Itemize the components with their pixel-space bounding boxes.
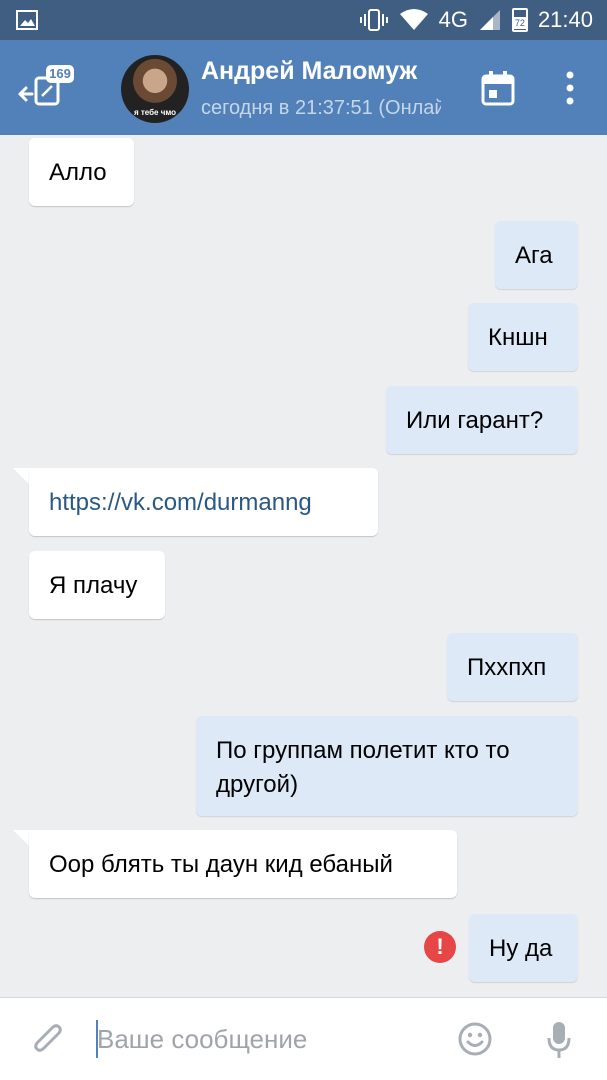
battery-icon: 72 <box>511 8 528 32</box>
microphone-icon[interactable] <box>546 1020 572 1060</box>
gallery-notification-icon <box>16 10 38 30</box>
status-bar: 4G 72 21:40 <box>0 0 607 40</box>
message-outgoing-failed[interactable]: Ну да <box>469 914 578 982</box>
message-input[interactable] <box>97 1020 427 1058</box>
wifi-icon <box>399 9 428 30</box>
signal-icon <box>479 10 500 30</box>
message-list[interactable]: Алло Ага Кншн Или гарант? https://vk.com… <box>0 135 607 997</box>
network-type: 4G <box>438 7 468 32</box>
contact-avatar[interactable]: я тебе чмо <box>121 55 189 123</box>
avatar-caption: я тебе чмо <box>133 108 177 117</box>
message-composer <box>0 997 607 1080</box>
attach-icon[interactable] <box>32 1022 64 1058</box>
chat-header: 169 я тебе чмо Андрей Маломуж сегодня в … <box>0 40 607 135</box>
message-text: Ну да <box>489 935 553 962</box>
send-error-icon[interactable]: ! <box>424 931 456 963</box>
clock: 21:40 <box>537 7 593 32</box>
message-text: Ага <box>515 242 553 269</box>
emoji-icon[interactable] <box>458 1022 492 1056</box>
message-tail <box>13 468 29 484</box>
last-seen-status: сегодня в 21:37:51 (Онлайн) <box>201 97 441 119</box>
message-text: Оор блять ты даун кид ебаный <box>49 851 393 878</box>
message-incoming[interactable]: Алло <box>29 138 134 206</box>
contact-name[interactable]: Андрей Маломуж <box>201 57 417 86</box>
more-options-icon[interactable] <box>560 70 580 106</box>
calendar-icon[interactable] <box>481 70 515 106</box>
message-outgoing[interactable]: Кншн <box>468 303 578 371</box>
message-incoming[interactable]: Я плачу <box>29 551 165 619</box>
message-outgoing[interactable]: Пххпхп <box>447 633 578 701</box>
message-text: Я плачу <box>49 572 138 599</box>
message-incoming[interactable]: Оор блять ты даун кид ебаный <box>29 830 457 898</box>
unread-count-badge: 169 <box>46 65 74 83</box>
message-text: Или гарант? <box>406 407 544 434</box>
message-text: Алло <box>49 159 107 186</box>
message-incoming-link[interactable]: https://vk.com/durmanng <box>29 468 378 536</box>
message-link[interactable]: https://vk.com/durmanng <box>49 489 312 516</box>
battery-level: 72 <box>513 17 526 29</box>
message-text: Кншн <box>488 324 548 351</box>
message-tail <box>13 830 29 846</box>
message-outgoing[interactable]: Ага <box>495 221 578 289</box>
message-outgoing[interactable]: Или гарант? <box>386 386 578 454</box>
vibrate-icon <box>359 9 388 31</box>
message-text: Пххпхп <box>467 654 547 681</box>
message-outgoing[interactable]: По группам полетит кто то другой) <box>196 716 578 816</box>
message-text: По группам полетит кто то другой) <box>216 737 510 798</box>
